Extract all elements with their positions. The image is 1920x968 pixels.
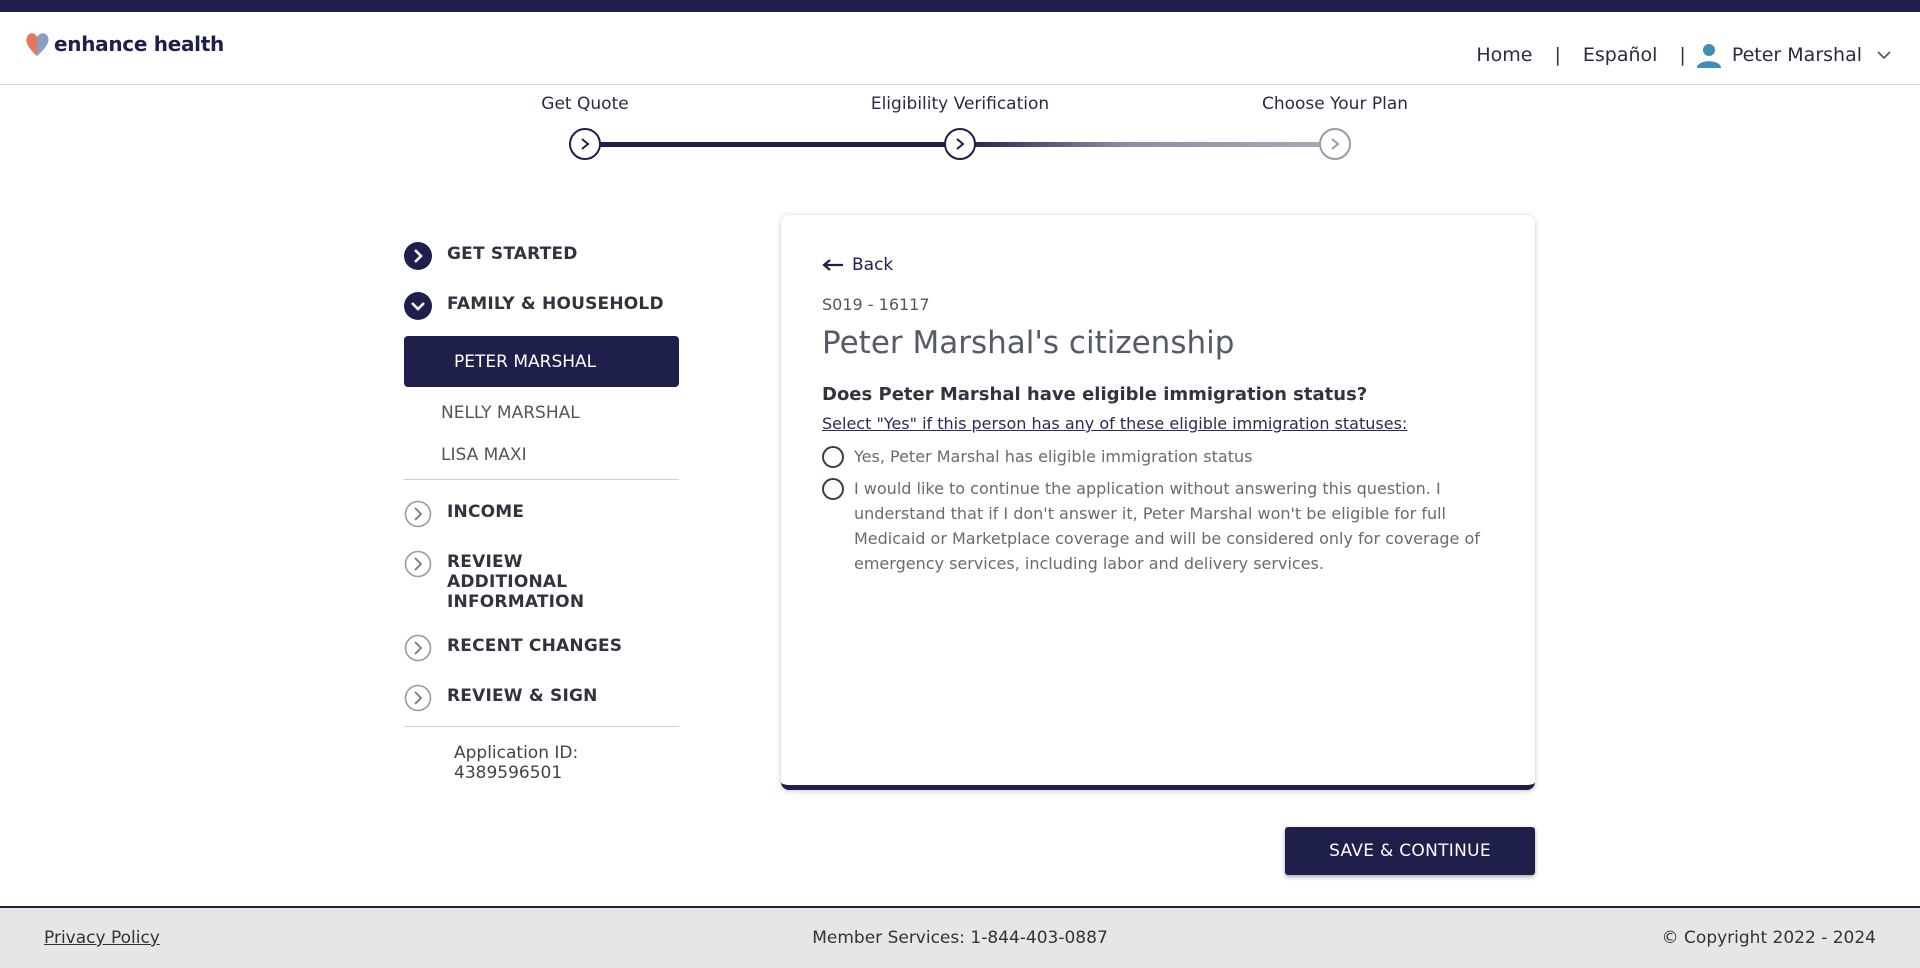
application-sidebar: GET STARTED FAMILY & HOUSEHOLD PETER MAR… bbox=[404, 242, 679, 783]
sidebar-member-nelly-marshal[interactable]: NELLY MARSHAL bbox=[404, 403, 679, 423]
copyright-text: © Copyright 2022 - 2024 bbox=[1661, 928, 1876, 948]
step-label-get-quote: Get Quote bbox=[541, 94, 629, 114]
sidebar-item-label: GET STARTED bbox=[447, 244, 578, 264]
sidebar-item-review-sign[interactable]: REVIEW & SIGN bbox=[404, 684, 679, 712]
eligible-statuses-link[interactable]: Select "Yes" if this person has any of t… bbox=[822, 414, 1407, 433]
nav-language-link[interactable]: Español bbox=[1583, 44, 1658, 66]
radio-button[interactable] bbox=[822, 478, 844, 500]
progress-stepper: Get Quote Eligibility Verification Choos… bbox=[530, 94, 1420, 164]
sidebar-item-income[interactable]: INCOME bbox=[404, 500, 679, 528]
radio-button[interactable] bbox=[822, 446, 844, 468]
step-choose-plan bbox=[1319, 128, 1351, 160]
page-title: Peter Marshal's citizenship bbox=[822, 325, 1235, 361]
arrow-left-icon bbox=[822, 259, 843, 271]
user-name: Peter Marshal bbox=[1731, 44, 1862, 66]
step-label-eligibility: Eligibility Verification bbox=[870, 94, 1050, 114]
radio-option-yes[interactable]: Yes, Peter Marshal has eligible immigrat… bbox=[822, 446, 1484, 469]
sidebar-item-label: REVIEW & SIGN bbox=[447, 686, 598, 706]
user-icon bbox=[1696, 44, 1721, 68]
step-get-quote[interactable] bbox=[569, 128, 601, 160]
nav-separator: | bbox=[1554, 44, 1561, 66]
back-link[interactable]: Back bbox=[822, 255, 893, 275]
sidebar-divider bbox=[404, 479, 679, 480]
radio-option-label: Yes, Peter Marshal has eligible immigrat… bbox=[854, 447, 1253, 466]
step-line-complete bbox=[585, 142, 960, 147]
save-continue-button[interactable]: SAVE & CONTINUE bbox=[1285, 827, 1535, 875]
sidebar-member-lisa-maxi[interactable]: LISA MAXI bbox=[404, 445, 679, 465]
sidebar-item-label: INCOME bbox=[447, 502, 525, 522]
citizenship-card: Back S019 - 16117 Peter Marshal's citize… bbox=[781, 215, 1535, 790]
nav-home-link[interactable]: Home bbox=[1476, 44, 1532, 66]
radio-option-skip[interactable]: I would like to continue the application… bbox=[822, 478, 1484, 576]
chevron-right-circle-icon bbox=[404, 242, 432, 270]
chevron-right-circle-outline-icon bbox=[404, 500, 432, 528]
chevron-right-circle-outline-icon bbox=[404, 684, 432, 712]
step-line-pending bbox=[960, 142, 1335, 147]
chevron-right-circle-outline-icon bbox=[404, 550, 432, 578]
heart-logo-icon bbox=[26, 33, 49, 56]
application-id: Application ID: 4389596501 bbox=[454, 743, 579, 783]
sidebar-item-review-additional[interactable]: REVIEW ADDITIONAL INFORMATION bbox=[404, 550, 679, 612]
sidebar-item-family-household[interactable]: FAMILY & HOUSEHOLD bbox=[404, 292, 679, 320]
sidebar-item-get-started[interactable]: GET STARTED bbox=[404, 242, 679, 270]
sidebar-member-peter-marshal[interactable]: PETER MARSHAL bbox=[404, 336, 679, 387]
back-label: Back bbox=[852, 255, 894, 275]
chevron-right-circle-outline-icon bbox=[404, 634, 432, 662]
sidebar-item-label: FAMILY & HOUSEHOLD bbox=[447, 294, 664, 314]
sidebar-divider bbox=[404, 726, 679, 727]
step-label-choose-plan: Choose Your Plan bbox=[1261, 94, 1409, 114]
step-eligibility[interactable] bbox=[944, 128, 976, 160]
nav-separator: | bbox=[1679, 44, 1686, 66]
sidebar-item-label: REVIEW ADDITIONAL INFORMATION bbox=[447, 552, 585, 612]
site-footer: Privacy Policy Member Services: 1-844-40… bbox=[0, 906, 1920, 968]
member-services-phone: Member Services: 1-844-403-0887 bbox=[812, 928, 1108, 948]
brand-name: enhance health bbox=[54, 32, 224, 56]
chevron-down-circle-icon bbox=[404, 292, 432, 320]
brand-logo[interactable]: enhance health bbox=[24, 30, 224, 58]
user-menu[interactable]: Peter Marshal bbox=[1696, 42, 1892, 68]
privacy-policy-link[interactable]: Privacy Policy bbox=[44, 928, 160, 948]
site-header: enhance health Home | Español | Peter Ma… bbox=[0, 12, 1920, 85]
question-text: Does Peter Marshal have eligible immigra… bbox=[822, 384, 1368, 405]
chevron-right-icon bbox=[1331, 138, 1340, 150]
chevron-right-icon bbox=[581, 138, 590, 150]
chevron-right-icon bbox=[956, 138, 965, 150]
top-nav: Home | Español | Peter Marshal bbox=[1476, 42, 1892, 68]
sidebar-item-recent-changes[interactable]: RECENT CHANGES bbox=[404, 634, 679, 662]
sidebar-item-label: RECENT CHANGES bbox=[447, 636, 623, 656]
screen-code: S019 - 16117 bbox=[822, 295, 930, 314]
chevron-down-icon bbox=[1877, 51, 1891, 60]
top-accent-strip bbox=[0, 0, 1920, 12]
radio-option-label: I would like to continue the application… bbox=[854, 479, 1480, 573]
